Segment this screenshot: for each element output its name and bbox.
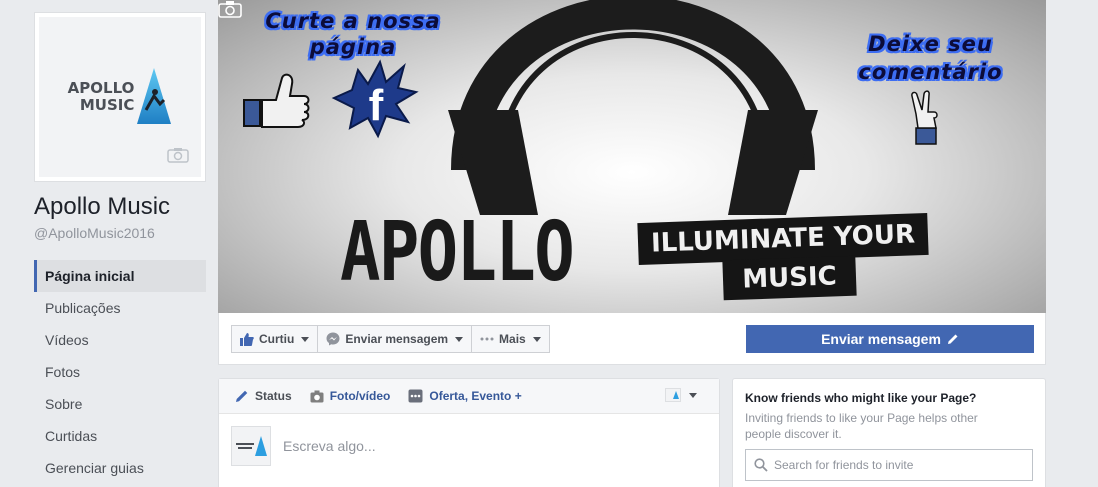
more-dots-icon [480,337,494,341]
camera-icon [310,390,324,402]
page-handle[interactable]: @ApolloMusic2016 [34,225,155,241]
composer-tabs: Status Foto/vídeo Oferta, Evento + [219,379,719,414]
facebook-letter: f [369,81,384,130]
sidebar-item-about[interactable]: Sobre [34,388,206,420]
logo-line-2: MUSIC [79,96,135,114]
tab-status-label: Status [255,389,292,403]
tab-offer-event[interactable]: Oferta, Evento + [408,389,522,403]
action-button-group: Curtiu Enviar mensagem Mais [231,325,550,353]
profile-logo: APOLLO MUSIC [39,17,201,177]
chevron-down-icon [455,336,464,342]
more-button[interactable]: Mais [471,325,550,353]
chevron-down-icon [532,336,541,342]
invite-title: Know friends who might like your Page? [745,391,977,405]
send-message-button-label: Enviar mensagem [345,332,449,346]
more-options-icon [408,389,423,403]
avatar[interactable] [231,426,271,466]
cover-like-text: Curte a nossa página [222,8,484,60]
page-avatar-icon [665,388,681,402]
peace-hand-icon [911,90,938,145]
sidebar-item-home[interactable]: Página inicial [34,260,206,292]
sidebar-item-posts[interactable]: Publicações [34,292,206,324]
page-title[interactable]: Apollo Music [34,193,170,221]
invite-search-input[interactable] [774,458,1024,472]
audience-selector[interactable] [665,388,697,402]
sidebar-item-likes[interactable]: Curtidas [34,420,206,452]
send-message-button[interactable]: Enviar mensagem [317,325,473,353]
tab-status[interactable]: Status [235,389,292,403]
sidebar-item-videos[interactable]: Vídeos [34,324,206,356]
cover-brand-text: APOLLO [340,205,575,300]
post-composer-input[interactable] [283,438,663,454]
cover-photo[interactable]: f Curte a nossa página Deixe seu comentá… [218,0,1046,313]
pencil-icon [947,334,958,344]
invite-friends-card: Know friends who might like your Page? I… [732,378,1046,487]
sidebar-item-photos[interactable]: Fotos [34,356,206,388]
cover-comment-text: Deixe seu comentário [818,30,1043,86]
change-cover-camera-icon[interactable] [218,0,242,18]
chevron-down-icon [301,336,310,342]
facebook-icon: f [331,59,419,139]
apollo-logo-icon [236,436,267,456]
camera-icon[interactable] [167,147,189,163]
thumbs-up-small-icon [240,332,254,346]
logo-line-1: APOLLO [67,79,135,97]
triangle-logo-icon [137,68,172,124]
post-composer: Status Foto/vídeo Oferta, Evento + [218,378,720,487]
search-icon [754,458,768,472]
thumbs-up-icon [243,73,310,128]
tab-offer-event-label: Oferta, Evento + [429,389,522,403]
cover-banner-line-2: MUSIC [722,255,857,301]
invite-description: Inviting friends to like your Page helps… [745,411,978,441]
cover-comment-text-line-1: Deixe seu [868,32,993,56]
primary-send-message-label: Enviar mensagem [821,331,941,347]
invite-search-box[interactable] [745,449,1033,481]
cover-like-text-line-1: Curte a nossa [265,9,441,33]
liked-button-label: Curtiu [259,332,295,346]
liked-button[interactable]: Curtiu [231,325,319,353]
primary-send-message-button[interactable]: Enviar mensagem [746,325,1034,353]
tab-photo-video-label: Foto/vídeo [329,389,391,403]
composer-body [219,414,719,478]
cover-like-text-line-2: página [309,35,397,59]
cover-comment-text-line-2: comentário [858,60,1003,84]
pencil-icon [236,390,248,402]
sidebar-nav: Página inicial Publicações Vídeos Fotos … [34,260,206,484]
profile-picture[interactable]: APOLLO MUSIC [34,12,206,182]
tab-photo-video[interactable]: Foto/vídeo [310,389,391,403]
page-action-bar: Curtiu Enviar mensagem Mais Enviar mensa… [218,313,1046,365]
more-button-label: Mais [499,332,526,346]
sidebar-item-manage-tabs[interactable]: Gerenciar guias [34,452,206,484]
chevron-down-icon [689,392,697,398]
messenger-icon [326,332,340,346]
